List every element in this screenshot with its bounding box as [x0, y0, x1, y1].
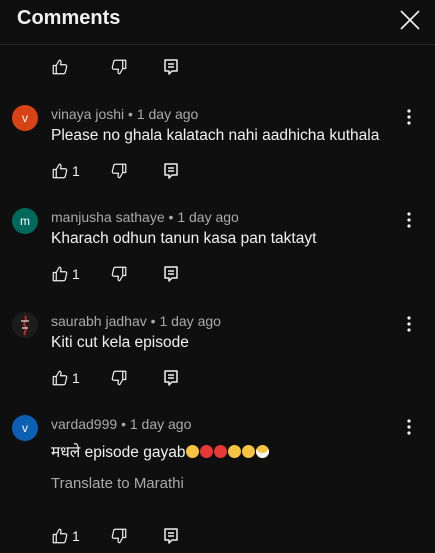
dislike-button[interactable] [110, 264, 128, 284]
comment-actions: 1 [0, 161, 435, 181]
like-count: 1 [72, 163, 80, 179]
like-button[interactable] [51, 57, 69, 77]
more-vert-icon[interactable] [400, 108, 418, 126]
emoji-sweat-icon [186, 445, 200, 458]
reply-button[interactable] [163, 368, 179, 388]
like-button[interactable]: 1 [51, 264, 80, 284]
more-vert-icon[interactable] [400, 315, 418, 333]
author-name[interactable]: vardad999 [51, 416, 117, 432]
like-count: 1 [72, 370, 80, 386]
like-count: 1 [72, 528, 80, 544]
comment-text: Please no ghala kalatach nahi aadhicha k… [51, 127, 380, 144]
thumbs-up-icon [51, 369, 69, 387]
reply-button[interactable] [163, 57, 179, 77]
comment-text-row: मधले episode gayab [51, 440, 270, 462]
like-button[interactable]: 1 [51, 368, 80, 388]
comment-text: Kiti cut kela episode [51, 334, 189, 351]
comment-time: 1 day ago [129, 416, 192, 432]
more-vert-icon[interactable] [400, 418, 418, 436]
comment-actions: 1 [0, 264, 435, 284]
avatar-letter: m [20, 214, 30, 228]
thumbs-down-icon [110, 369, 128, 387]
thumbs-down-icon [110, 527, 128, 545]
author-name[interactable]: vinaya joshi [51, 106, 124, 122]
like-count: 1 [72, 266, 80, 282]
reply-icon [163, 265, 179, 283]
dislike-button[interactable] [110, 161, 128, 181]
emoji-confused-icon [242, 445, 256, 458]
like-button[interactable]: 1 [51, 161, 80, 181]
avatar-image [12, 312, 38, 338]
reply-button[interactable] [163, 526, 179, 546]
page-title: Comments [17, 7, 121, 29]
thumbs-down-icon [110, 162, 128, 180]
comment-meta: manjusha sathaye • 1 day ago [51, 209, 239, 225]
reply-icon [163, 162, 179, 180]
avatar-letter: v [22, 111, 28, 125]
comment-text: मधले episode gayab [51, 444, 186, 461]
dislike-button[interactable] [110, 57, 128, 77]
comments-header: Comments [0, 0, 435, 45]
avatar[interactable] [12, 312, 38, 338]
like-button[interactable]: 1 [51, 526, 80, 546]
comment-actions: 1 [0, 368, 435, 388]
comment-meta: vardad999 • 1 day ago [51, 416, 191, 432]
thumbs-down-icon [110, 265, 128, 283]
reply-icon [163, 527, 179, 545]
thumbs-down-icon [110, 58, 128, 76]
close-icon[interactable] [398, 8, 422, 32]
emoji-angry-icon [200, 445, 214, 458]
reply-button[interactable] [163, 264, 179, 284]
author-name[interactable]: manjusha sathaye [51, 209, 165, 225]
comment-actions: 1 [0, 526, 435, 546]
dislike-button[interactable] [110, 368, 128, 388]
emoji-mask-icon [256, 445, 270, 458]
more-vert-icon[interactable] [400, 211, 418, 229]
thumbs-up-icon [51, 265, 69, 283]
dislike-button[interactable] [110, 526, 128, 546]
reply-button[interactable] [163, 161, 179, 181]
comment-meta: vinaya joshi • 1 day ago [51, 106, 198, 122]
meta-separator: • [121, 416, 126, 432]
reply-icon [163, 369, 179, 387]
avatar[interactable]: v [12, 105, 38, 131]
parent-comment-actions [0, 57, 435, 77]
meta-separator: • [168, 209, 174, 225]
avatar[interactable]: v [12, 415, 38, 441]
meta-separator: • [128, 106, 133, 122]
thumbs-up-icon [51, 58, 69, 76]
comment-text: Kharach odhun tanun kasa pan taktayt [51, 230, 317, 247]
meta-separator: • [150, 313, 156, 329]
comment-time: 1 day ago [136, 106, 199, 122]
thumbs-up-icon [51, 162, 69, 180]
thumbs-up-icon [51, 527, 69, 545]
avatar-letter: v [22, 421, 28, 435]
emoji-sad-icon [228, 445, 242, 458]
comment-time: 1 day ago [159, 313, 221, 329]
emoji-angry-icon [214, 445, 228, 458]
avatar[interactable]: m [12, 208, 38, 234]
author-name[interactable]: saurabh jadhav [51, 313, 147, 329]
reply-icon [163, 58, 179, 76]
comment-meta: saurabh jadhav • 1 day ago [51, 313, 221, 329]
translate-link[interactable]: Translate to Marathi [51, 475, 184, 492]
comment-time: 1 day ago [177, 209, 239, 225]
